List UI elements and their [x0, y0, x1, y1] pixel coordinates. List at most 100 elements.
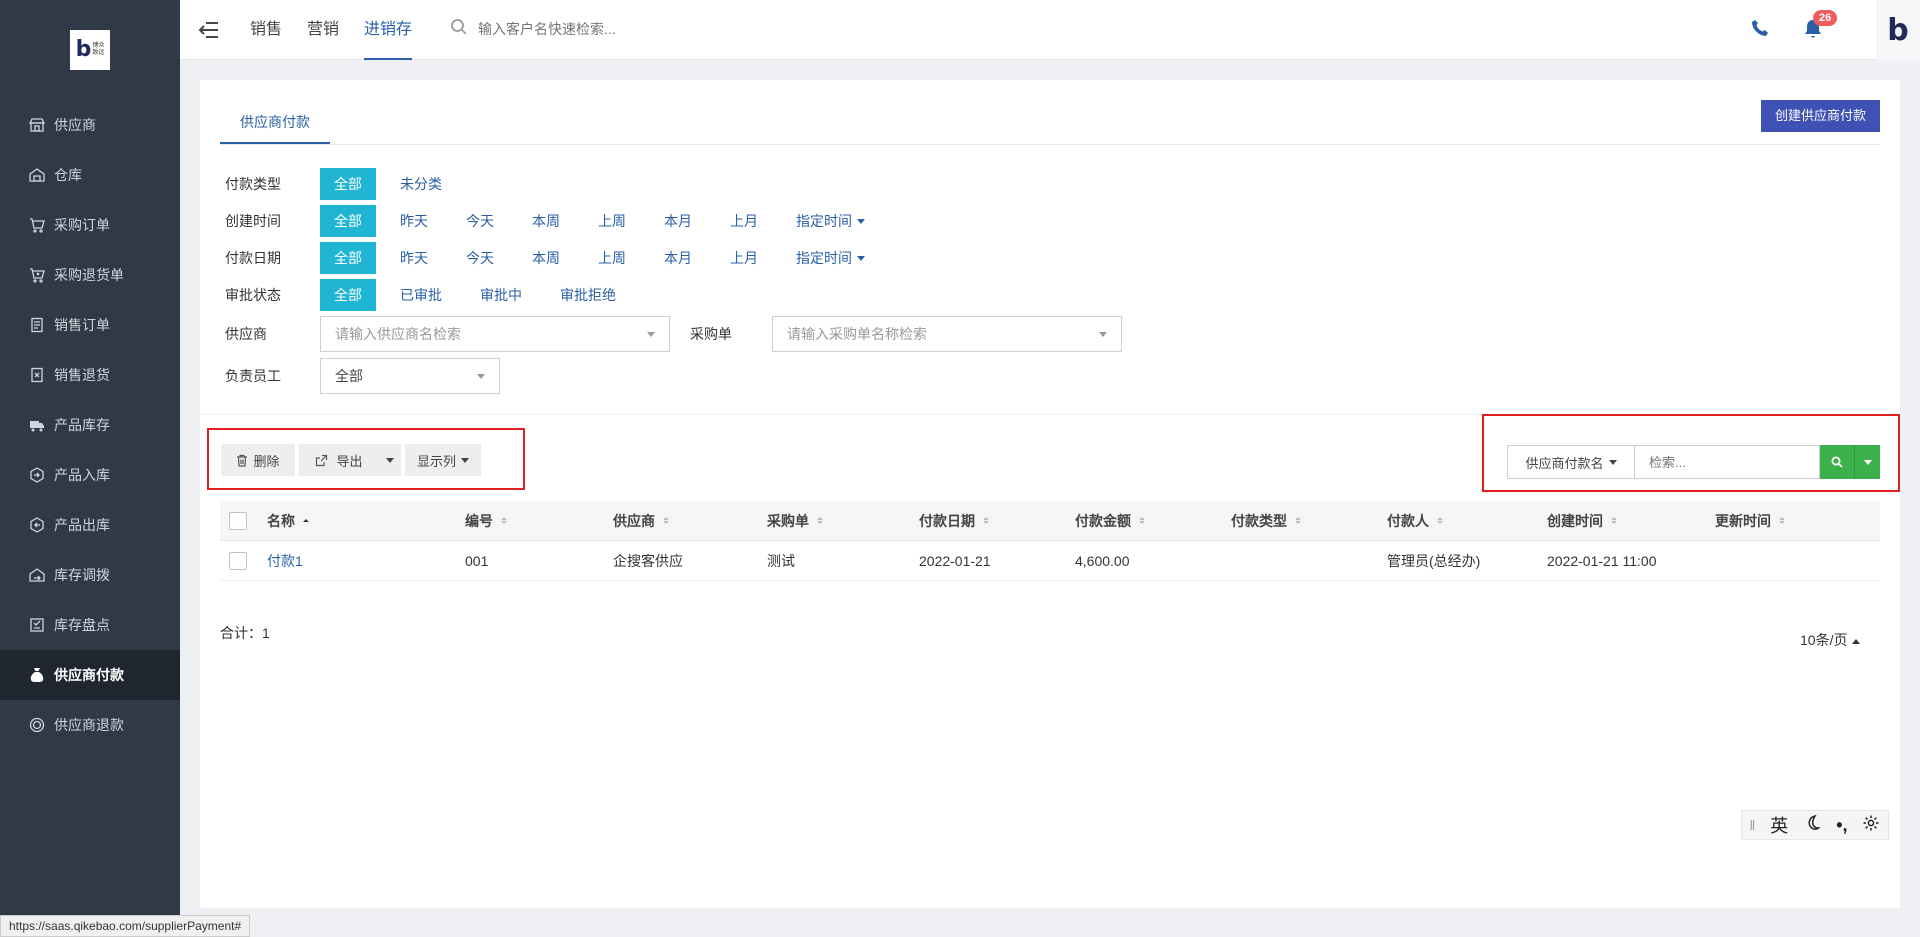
supplier-select[interactable]: 请输入供应商名检索 [320, 316, 670, 352]
table-row[interactable]: 付款1 001 企搜客供应 测试 2022-01-21 4,600.00 管理员… [220, 541, 1880, 581]
col-header-code[interactable]: 编号 [465, 511, 613, 531]
filter-option[interactable]: 上周 [584, 242, 640, 274]
refund-icon [28, 716, 46, 734]
sidebar-item-label: 产品出库 [54, 517, 110, 533]
top-nav-marketing[interactable]: 营销 [307, 0, 339, 60]
search-options-dropdown[interactable] [1854, 445, 1880, 479]
box-in-icon [28, 466, 46, 484]
filter-option[interactable]: 上月 [716, 205, 772, 237]
filter-label: 创建时间 [225, 212, 281, 229]
filter-option[interactable]: 本周 [518, 205, 574, 237]
columns-button[interactable]: 显示列 [405, 444, 481, 476]
filter-option[interactable]: 昨天 [386, 242, 442, 274]
chevron-down-icon [461, 457, 469, 463]
cell-name-link[interactable]: 付款1 [267, 551, 465, 571]
sidebar-item-product-out[interactable]: 产品出库 [0, 500, 180, 550]
col-header-updated[interactable]: 更新时间 [1715, 511, 1875, 531]
cart-return-icon [28, 266, 46, 284]
avatar[interactable]: b [1876, 0, 1920, 60]
col-header-po[interactable]: 采购单 [767, 511, 919, 531]
search-button[interactable] [1820, 445, 1854, 479]
search-field-select[interactable]: 供应商付款名 [1507, 445, 1635, 479]
sidebar-item-label: 供应商退款 [54, 717, 124, 733]
ime-handle-icon[interactable]: ‖ [1749, 817, 1755, 833]
tab-supplier-payment[interactable]: 供应商付款 [220, 100, 330, 144]
gear-icon[interactable] [1862, 814, 1880, 837]
notification-bell[interactable]: 26 [1803, 10, 1838, 43]
filter-option[interactable]: 今天 [452, 242, 508, 274]
phone-icon[interactable] [1750, 18, 1770, 41]
customer-search-input[interactable] [478, 20, 738, 37]
col-header-name[interactable]: 名称 [267, 511, 465, 531]
filter-option[interactable]: 全部 [320, 167, 376, 200]
page-size-label: 10条/页 [1800, 632, 1848, 648]
doc-list-icon [28, 316, 46, 334]
purchase-order-select[interactable]: 请输入采购单名称检索 [772, 316, 1122, 352]
export-dropdown-button[interactable] [379, 444, 401, 476]
col-header-amount[interactable]: 付款金额 [1075, 511, 1231, 531]
punctuation-icon[interactable]: •, [1836, 815, 1847, 836]
sidebar-item-product-in[interactable]: 产品入库 [0, 450, 180, 500]
employee-select-value: 全部 [335, 368, 363, 384]
filter-option[interactable]: 今天 [452, 205, 508, 237]
sidebar-item-supplier[interactable]: 供应商 [0, 100, 180, 150]
page-size-dropdown[interactable]: 10条/页 [1800, 630, 1861, 650]
menu-collapse-icon[interactable] [198, 20, 220, 40]
filter-option[interactable]: 本月 [650, 242, 706, 274]
filter-option[interactable]: 本月 [650, 205, 706, 237]
top-nav-inventory[interactable]: 进销存 [364, 0, 413, 60]
custom-time-dropdown[interactable]: 指定时间 [782, 205, 879, 237]
sidebar-item-supplier-payment[interactable]: 供应商付款 [0, 650, 180, 700]
filter-option[interactable]: 昨天 [386, 205, 442, 237]
logo[interactable]: b 博众 致远 [70, 30, 110, 70]
filter-option[interactable]: 上周 [584, 205, 640, 237]
chevron-down-icon [1099, 331, 1107, 337]
export-button[interactable]: 导出 [299, 444, 379, 476]
ime-language-toggle[interactable]: 英 [1770, 812, 1788, 838]
filter-option[interactable]: 已审批 [386, 279, 456, 311]
filter-label: 供应商 [225, 326, 267, 342]
col-header-supplier[interactable]: 供应商 [613, 511, 767, 531]
col-header-payer[interactable]: 付款人 [1387, 511, 1547, 531]
top-nav-sales[interactable]: 销售 [250, 0, 282, 60]
filter-option[interactable]: 审批拒绝 [546, 279, 630, 311]
filter-option[interactable]: 审批中 [466, 279, 536, 311]
sidebar-item-product-stock[interactable]: 产品库存 [0, 400, 180, 450]
col-header-created[interactable]: 创建时间 [1547, 511, 1715, 531]
filter-option[interactable]: 本周 [518, 242, 574, 274]
table-total: 合计：1 [220, 625, 270, 641]
col-header-label: 付款人 [1387, 512, 1429, 529]
tab-bar: 供应商付款 [220, 100, 330, 144]
filter-option[interactable]: 全部 [320, 278, 376, 311]
sidebar-item-sales-return[interactable]: 销售退货 [0, 350, 180, 400]
custom-time-dropdown[interactable]: 指定时间 [782, 242, 879, 274]
filter-option[interactable]: 未分类 [386, 168, 456, 200]
filter-payment-type: 付款类型 全部 未分类 [225, 165, 1122, 202]
row-checkbox[interactable] [229, 551, 247, 570]
filter-option[interactable]: 全部 [320, 241, 376, 274]
sidebar-item-label: 采购退货单 [54, 267, 124, 283]
sidebar-item-purchase-return[interactable]: 采购退货单 [0, 250, 180, 300]
sidebar-item-sales-order[interactable]: 销售订单 [0, 300, 180, 350]
topbar: 销售 营销 进销存 26 b [180, 0, 1920, 60]
employee-select[interactable]: 全部 [320, 358, 500, 394]
sidebar-item-stock-count[interactable]: 库存盘点 [0, 600, 180, 650]
col-header-type[interactable]: 付款类型 [1231, 511, 1387, 531]
filter-option[interactable]: 上月 [716, 242, 772, 274]
cart-icon [28, 216, 46, 234]
select-all-checkbox[interactable] [229, 511, 247, 530]
sidebar-item-supplier-refund[interactable]: 供应商退款 [0, 700, 180, 750]
filter-label: 负责员工 [225, 368, 281, 384]
create-supplier-payment-button[interactable]: 创建供应商付款 [1760, 100, 1880, 132]
supplier-select-placeholder: 请输入供应商名检索 [335, 326, 461, 342]
moon-icon[interactable] [1803, 814, 1821, 837]
sort-icon [817, 517, 823, 524]
sidebar-item-stock-transfer[interactable]: 库存调拨 [0, 550, 180, 600]
col-header-pay-date[interactable]: 付款日期 [919, 511, 1075, 531]
filter-option[interactable]: 全部 [320, 204, 376, 237]
col-header-label: 编号 [465, 512, 493, 529]
sidebar-item-warehouse[interactable]: 仓库 [0, 150, 180, 200]
sidebar-item-purchase-order[interactable]: 采购订单 [0, 200, 180, 250]
table-search-input[interactable] [1634, 445, 1820, 479]
delete-button[interactable]: 删除 [221, 444, 295, 476]
